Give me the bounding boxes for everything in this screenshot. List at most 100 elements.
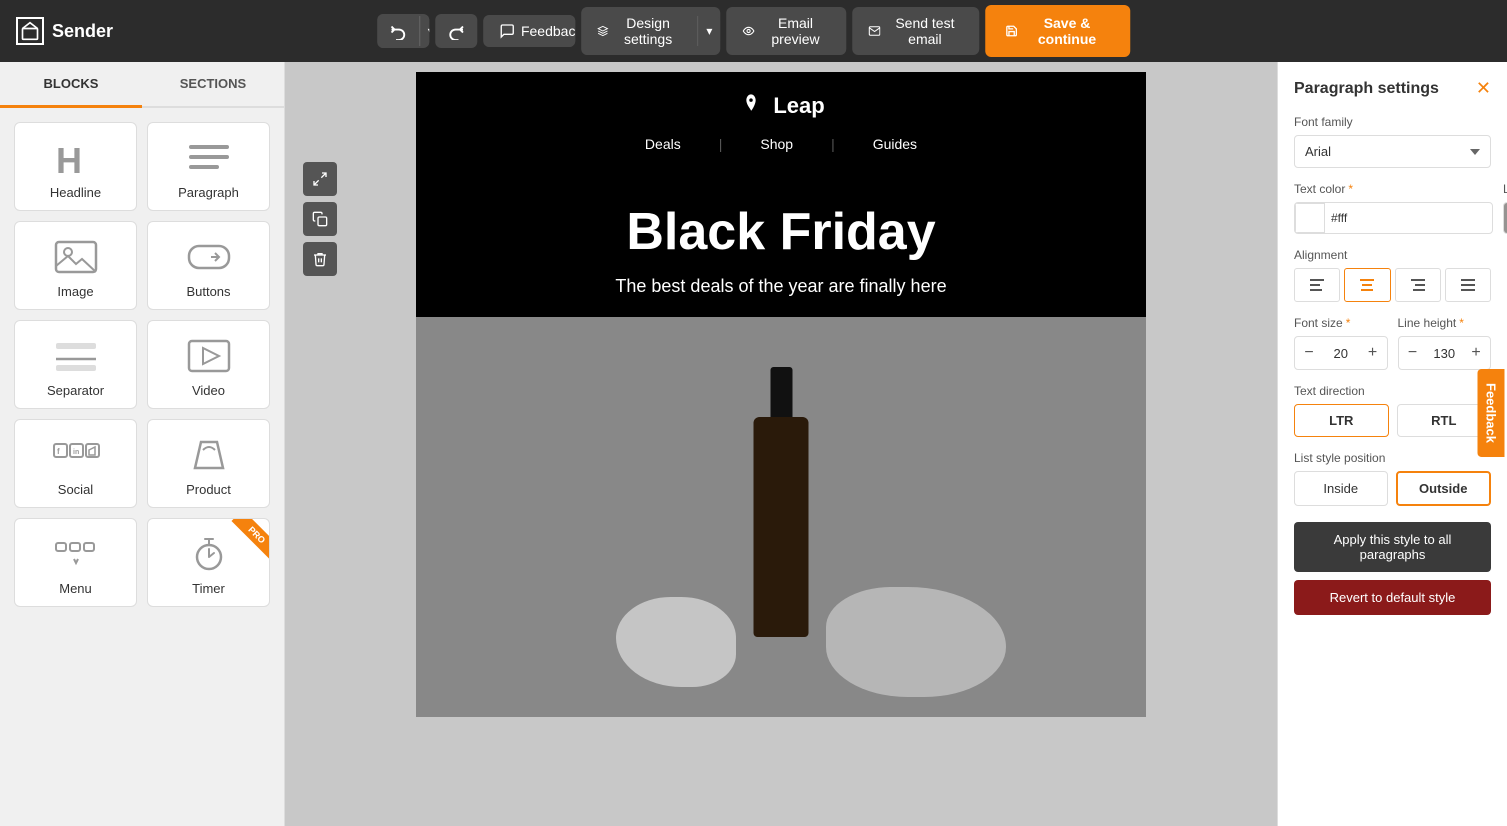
block-paragraph-label: Paragraph	[178, 185, 239, 200]
font-size-increase[interactable]: +	[1359, 337, 1387, 369]
line-height-increase[interactable]: +	[1462, 337, 1490, 369]
design-settings-button[interactable]: Design settings	[582, 7, 698, 55]
save-continue-button[interactable]: Save & continue	[985, 5, 1130, 57]
block-buttons-label: Buttons	[186, 284, 230, 299]
feedback-button[interactable]: Feedback	[483, 15, 576, 47]
undo-dropdown[interactable]: ▾	[419, 16, 429, 46]
undo-button[interactable]	[377, 14, 419, 48]
direction-row: LTR RTL	[1294, 404, 1491, 437]
block-product-label: Product	[186, 482, 231, 497]
email-nav: Deals | Shop | Guides	[645, 136, 917, 152]
design-settings-label: Design settings	[615, 15, 682, 47]
close-panel-button[interactable]: ✕	[1476, 78, 1491, 99]
design-settings-group: Design settings ▾	[582, 7, 721, 55]
align-justify-button[interactable]	[1445, 268, 1491, 302]
feedback-group: Feedback	[483, 15, 576, 47]
copy-button[interactable]	[303, 202, 337, 236]
image-icon	[52, 238, 100, 276]
inside-button[interactable]: Inside	[1294, 471, 1388, 506]
link-color-input	[1503, 202, 1507, 234]
blocks-grid: H Headline Paragraph	[0, 108, 284, 621]
product-icon	[185, 436, 233, 474]
product-bottle	[754, 417, 809, 637]
line-height-spinner: − 130 +	[1398, 336, 1492, 370]
tab-sections[interactable]: SECTIONS	[142, 62, 284, 108]
menu-icon	[52, 535, 100, 573]
align-center-button[interactable]	[1344, 268, 1390, 302]
text-color-label: Text color *	[1294, 182, 1493, 196]
right-panel: Paragraph settings ✕ Font family Arial T…	[1277, 62, 1507, 826]
outside-button[interactable]: Outside	[1396, 471, 1492, 506]
expand-button[interactable]	[303, 162, 337, 196]
line-height-value: 130	[1427, 346, 1463, 361]
canvas-controls	[303, 162, 337, 276]
feedback-side-tab[interactable]: Feedback	[1478, 369, 1505, 457]
line-height-col: Line height * − 130 +	[1398, 316, 1492, 370]
headline-icon: H	[52, 139, 100, 177]
block-social-label: Social	[58, 482, 93, 497]
block-image[interactable]: Image	[14, 221, 137, 310]
redo-button[interactable]	[435, 14, 477, 48]
text-color-section: Text color *	[1294, 182, 1493, 234]
block-product[interactable]: Product	[147, 419, 270, 508]
email-hero-subtitle: The best deals of the year are finally h…	[456, 276, 1106, 297]
block-timer-label: Timer	[192, 581, 225, 596]
font-size-label: Font size *	[1294, 316, 1388, 330]
send-test-email-button[interactable]: Send test email	[852, 7, 979, 55]
apply-style-button[interactable]: Apply this style to all paragraphs	[1294, 522, 1491, 572]
pro-badge: PRO	[232, 518, 270, 560]
tab-blocks[interactable]: BLOCKS	[0, 62, 142, 108]
line-height-label: Line height *	[1398, 316, 1492, 330]
email-logo-text: Leap	[773, 93, 824, 119]
block-headline-label: Headline	[50, 185, 101, 200]
size-settings-row: Font size * − 20 + Line height * − 130 +	[1294, 316, 1491, 370]
text-direction-label: Text direction	[1294, 384, 1491, 398]
design-settings-caret[interactable]: ▾	[697, 16, 720, 46]
text-color-input	[1294, 202, 1493, 234]
block-video[interactable]: Video	[147, 320, 270, 409]
font-family-select[interactable]: Arial	[1294, 135, 1491, 168]
block-image-label: Image	[57, 284, 93, 299]
revert-style-button[interactable]: Revert to default style	[1294, 580, 1491, 615]
block-buttons[interactable]: Buttons	[147, 221, 270, 310]
text-color-field[interactable]	[1325, 207, 1492, 229]
save-continue-label: Save & continue	[1024, 15, 1110, 47]
list-style-label: List style position	[1294, 451, 1491, 465]
main-layout: BLOCKS SECTIONS H Headline	[0, 62, 1507, 826]
font-size-col: Font size * − 20 +	[1294, 316, 1388, 370]
block-menu[interactable]: Menu	[14, 518, 137, 607]
font-family-label: Font family	[1294, 115, 1491, 129]
block-paragraph[interactable]: Paragraph	[147, 122, 270, 211]
app-name: Sender	[52, 21, 113, 42]
text-color-swatch[interactable]	[1295, 203, 1325, 233]
panel-title: Paragraph settings	[1294, 80, 1439, 98]
stone-right	[826, 587, 1006, 697]
ltr-button[interactable]: LTR	[1294, 404, 1389, 437]
delete-button[interactable]	[303, 242, 337, 276]
block-social[interactable]: f in Social	[14, 419, 137, 508]
block-video-label: Video	[192, 383, 225, 398]
email-logo: Leap	[737, 92, 824, 120]
separator-icon	[52, 337, 100, 375]
bottle-cap	[770, 367, 792, 417]
block-separator[interactable]: Separator	[14, 320, 137, 409]
paragraph-icon	[185, 139, 233, 177]
line-height-decrease[interactable]: −	[1399, 337, 1427, 369]
block-headline[interactable]: H Headline	[14, 122, 137, 211]
list-pos-row: Inside Outside	[1294, 471, 1491, 506]
align-left-button[interactable]	[1294, 268, 1340, 302]
stone-left	[616, 597, 736, 687]
align-right-button[interactable]	[1395, 268, 1441, 302]
block-timer[interactable]: PRO Timer	[147, 518, 270, 607]
email-preview-button[interactable]: Email preview	[726, 7, 846, 55]
color-row: Text color * Link color *	[1294, 182, 1491, 234]
font-size-value: 20	[1323, 346, 1359, 361]
email-header: Leap Deals | Shop | Guides	[416, 72, 1146, 172]
canvas-area: Leap Deals | Shop | Guides Black Friday …	[285, 62, 1277, 826]
email-canvas: Leap Deals | Shop | Guides Black Friday …	[416, 72, 1146, 717]
link-color-label: Link color *	[1503, 182, 1507, 196]
alignment-label: Alignment	[1294, 248, 1491, 262]
buttons-icon	[185, 238, 233, 276]
send-test-email-label: Send test email	[887, 15, 963, 47]
font-size-decrease[interactable]: −	[1295, 337, 1323, 369]
